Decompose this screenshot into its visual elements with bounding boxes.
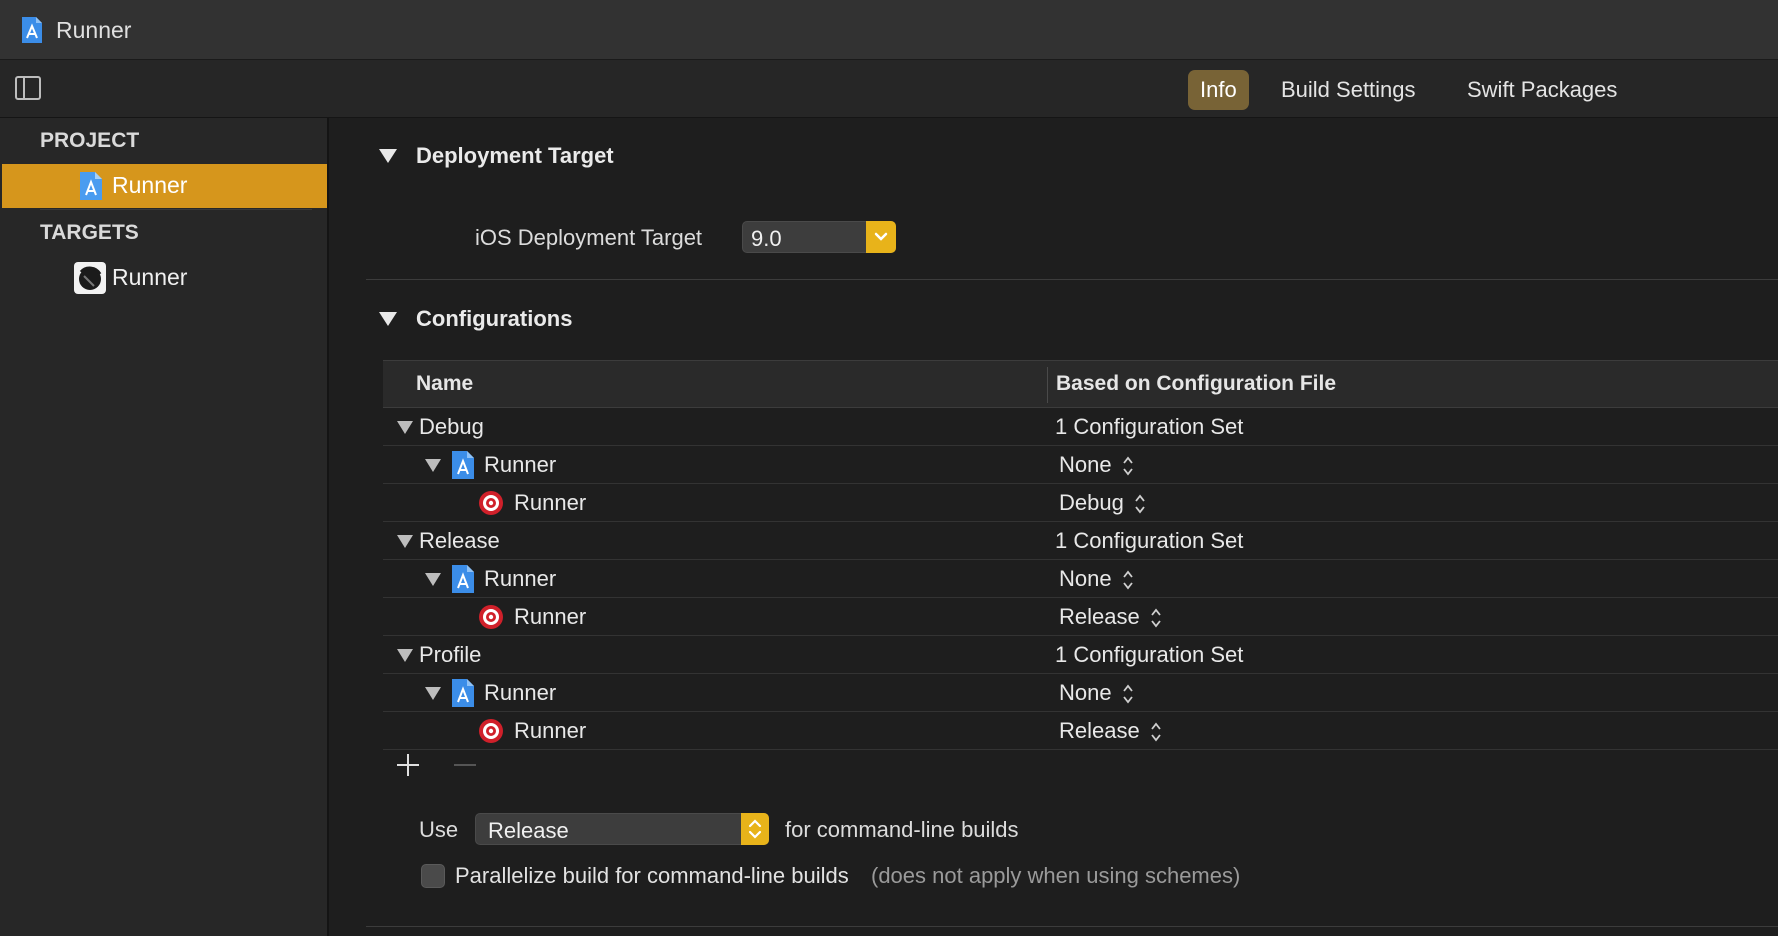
disclosure-triangle[interactable] <box>397 535 413 548</box>
command-line-config-value: Release <box>488 818 569 843</box>
column-header-name[interactable]: Name <box>416 372 473 396</box>
sidebar-item-label: Runner <box>112 172 188 198</box>
popup-stepper-button[interactable] <box>741 813 769 845</box>
config-row-project[interactable]: Runner None <box>383 446 1778 484</box>
disclosure-triangle[interactable] <box>425 459 441 472</box>
project-info-editor: Deployment Target iOS Deployment Target … <box>331 118 1778 936</box>
deployment-section-title: Deployment Target <box>416 143 614 168</box>
use-label: Use <box>419 817 459 842</box>
config-file-value: Release <box>1059 604 1140 629</box>
xcode-project-icon <box>452 565 474 593</box>
target-icon <box>479 719 503 743</box>
config-summary: 1 Configuration Set <box>1055 642 1244 667</box>
config-row-project[interactable]: Runner None <box>383 560 1778 598</box>
config-row-release[interactable]: Release 1 Configuration Set <box>383 522 1778 560</box>
popup-stepper-icon <box>1122 570 1133 590</box>
popup-stepper-icon <box>1151 722 1161 742</box>
disclosure-triangle[interactable] <box>397 649 413 662</box>
section-divider <box>366 279 1778 280</box>
configurations-disclosure-triangle[interactable] <box>379 312 397 326</box>
ios-deployment-target-value: 9.0 <box>751 226 782 251</box>
parallelize-checkbox[interactable] <box>421 864 445 888</box>
popup-stepper-icon <box>1151 608 1161 628</box>
ios-deployment-target-label: iOS Deployment Target <box>475 225 703 250</box>
popup-stepper-icon <box>1122 684 1133 704</box>
config-file-value: None <box>1059 680 1112 705</box>
config-file-value: None <box>1059 452 1112 477</box>
tab-info[interactable]: Info <box>1188 70 1249 110</box>
config-file-popup[interactable]: Debug <box>1059 490 1146 516</box>
config-file-popup[interactable]: None <box>1059 680 1134 706</box>
project-name: Runner <box>484 452 557 477</box>
popup-stepper-icon <box>1135 494 1145 514</box>
disclosure-triangle[interactable] <box>397 421 413 434</box>
sidebar-item-label: Runner <box>112 264 188 290</box>
config-file-value: None <box>1059 566 1112 591</box>
xcode-project-icon <box>80 172 102 200</box>
config-row-target[interactable]: Runner Release <box>383 712 1778 750</box>
target-icon <box>479 491 503 515</box>
config-summary: 1 Configuration Set <box>1055 414 1244 439</box>
tab-swift-packages[interactable]: Swift Packages <box>1455 70 1629 110</box>
configurations-section-title: Configurations <box>416 306 573 331</box>
table-header: Name Based on Configuration File <box>383 360 1778 408</box>
sidebar-divider <box>40 209 312 210</box>
sidebar-item-target-runner[interactable]: Runner <box>2 256 327 300</box>
stepper-icon <box>748 819 762 839</box>
plus-icon[interactable] <box>395 752 421 778</box>
config-file-popup[interactable]: Release <box>1059 604 1162 630</box>
config-file-popup[interactable]: Release <box>1059 718 1162 744</box>
project-name: Runner <box>484 566 557 591</box>
minus-icon[interactable] <box>452 752 478 778</box>
config-name: Release <box>419 528 500 553</box>
project-name: Runner <box>484 680 557 705</box>
config-summary: 1 Configuration Set <box>1055 528 1244 553</box>
disclosure-triangle[interactable] <box>425 687 441 700</box>
ios-deployment-target-combo[interactable]: 9.0 <box>742 221 896 253</box>
parallelize-label: Parallelize build for command-line build… <box>455 863 849 888</box>
project-section-header: PROJECT <box>40 129 140 152</box>
target-name: Runner <box>514 718 587 743</box>
config-row-target[interactable]: Runner Release <box>383 598 1778 636</box>
parallelize-note: (does not apply when using schemes) <box>871 863 1241 888</box>
config-name: Profile <box>419 642 482 667</box>
xcode-project-icon <box>452 679 474 707</box>
column-header-config-file[interactable]: Based on Configuration File <box>1056 372 1336 396</box>
config-file-popup[interactable]: None <box>1059 566 1134 592</box>
config-row-profile[interactable]: Profile 1 Configuration Set <box>383 636 1778 674</box>
window-title: Runner <box>56 17 132 43</box>
popup-stepper-icon <box>1122 456 1133 476</box>
section-divider <box>366 926 1778 927</box>
app-target-icon <box>74 262 106 294</box>
sidebar-item-project-runner[interactable]: Runner <box>2 164 327 208</box>
command-line-config-popup[interactable]: Release <box>475 813 769 845</box>
column-divider <box>1047 367 1048 403</box>
config-row-debug[interactable]: Debug 1 Configuration Set <box>383 408 1778 446</box>
command-line-suffix: for command-line builds <box>785 817 1019 842</box>
target-name: Runner <box>514 490 587 515</box>
tab-build-settings[interactable]: Build Settings <box>1269 70 1428 110</box>
sidebar-toggle-icon[interactable] <box>15 76 41 100</box>
target-name: Runner <box>514 604 587 629</box>
editor-toolbar: Info Build Settings Swift Packages <box>0 60 1778 118</box>
config-name: Debug <box>419 414 484 439</box>
disclosure-triangle[interactable] <box>425 573 441 586</box>
config-file-value: Release <box>1059 718 1140 743</box>
target-icon <box>479 605 503 629</box>
deployment-disclosure-triangle[interactable] <box>379 149 397 163</box>
chevron-down-icon <box>874 232 888 241</box>
dropdown-button[interactable] <box>866 221 896 253</box>
config-row-project[interactable]: Runner None <box>383 674 1778 712</box>
title-bar: Runner <box>0 0 1778 60</box>
targets-section-header: TARGETS <box>40 221 139 244</box>
xcode-project-icon <box>452 451 474 479</box>
project-navigator-sidebar: PROJECT Runner TARGETS Runner <box>0 118 329 936</box>
config-row-target[interactable]: Runner Debug <box>383 484 1778 522</box>
config-file-value: Debug <box>1059 490 1124 515</box>
xcode-project-icon <box>22 17 42 43</box>
config-file-popup[interactable]: None <box>1059 452 1134 478</box>
